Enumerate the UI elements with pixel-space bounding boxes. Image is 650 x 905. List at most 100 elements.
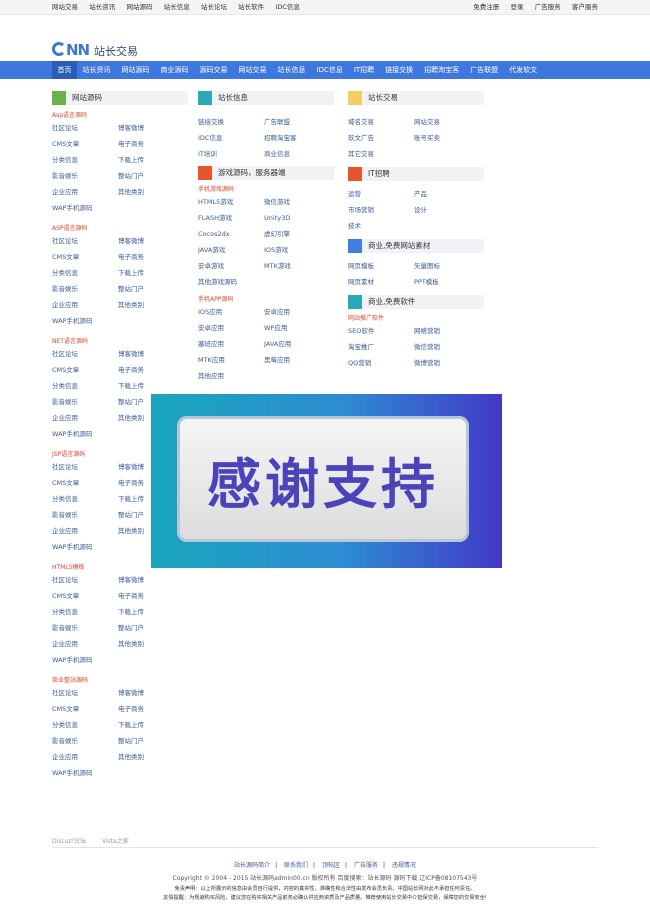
category-link[interactable]: 企业应用 [52,410,118,426]
category-link[interactable]: CMS文章 [52,249,118,265]
nav-item[interactable]: 广告联盟 [465,61,504,79]
category-link[interactable]: 社区论坛 [52,459,118,475]
category-link[interactable]: 电子商务 [118,362,184,378]
category-link[interactable]: 分类信息 [52,604,118,620]
nav-item[interactable]: 站长资讯 [77,61,116,79]
category-link[interactable]: JAVA游戏 [198,242,264,258]
subsection-title[interactable]: ASP语言源码 [52,225,188,233]
category-link[interactable]: IDC信息 [198,130,264,146]
category-link[interactable]: 黑莓应用 [264,352,330,368]
category-link[interactable]: 整站门户 [118,733,184,749]
category-link[interactable]: 分类信息 [52,152,118,168]
category-link[interactable]: 电子商务 [118,701,184,717]
subsection-title[interactable]: Asp语言源码 [52,112,188,120]
category-link[interactable]: 安卓应用 [198,320,264,336]
category-link[interactable]: WAP手机源码 [52,426,118,442]
category-link[interactable]: 社区论坛 [52,685,118,701]
category-link[interactable]: 链接交换 [198,114,264,130]
category-link[interactable]: CMS文章 [52,136,118,152]
category-link[interactable]: 其他类别 [118,184,184,200]
category-link[interactable]: 分类信息 [52,491,118,507]
category-link[interactable]: 分类信息 [52,378,118,394]
category-link[interactable]: 软文广告 [348,130,414,146]
thanks-support-banner[interactable]: 感谢支持 [151,394,502,568]
category-link[interactable]: 其他类别 [118,636,184,652]
nav-item[interactable]: 源码交易 [194,61,233,79]
category-link[interactable]: 社区论坛 [52,120,118,136]
category-link[interactable]: 影音娱乐 [52,733,118,749]
category-link[interactable]: 其它交易 [348,146,414,162]
category-link[interactable]: 矢量图标 [414,258,480,274]
category-link[interactable]: 下载上传 [118,717,184,733]
category-link[interactable]: WAP手机源码 [52,765,118,781]
category-link[interactable]: 技术 [348,218,414,234]
category-link[interactable]: 域名交易 [348,114,414,130]
category-link[interactable]: 网络营销 [414,323,480,339]
category-link[interactable]: 下载上传 [118,604,184,620]
category-link[interactable]: 博客微博 [118,346,184,362]
category-link[interactable]: 淘宝推广 [348,339,414,355]
category-link[interactable]: WAP手机源码 [52,313,118,329]
category-link[interactable]: 社区论坛 [52,572,118,588]
category-link[interactable]: Cocos2dx [198,226,264,242]
register-link[interactable]: 免费注册 [473,3,499,11]
friend-link[interactable]: Discuz!论坛 [52,838,86,845]
category-link[interactable]: 其他类别 [118,297,184,313]
category-link[interactable]: 企业应用 [52,184,118,200]
category-link[interactable]: 其他类别 [118,749,184,765]
category-link[interactable]: 运营 [348,186,414,202]
category-link[interactable]: HTML5游戏 [198,194,264,210]
login-link[interactable]: 登录 [511,3,524,11]
friend-link[interactable]: Vista之家 [102,838,129,845]
category-link[interactable]: QQ营销 [348,355,414,371]
category-link[interactable]: 网页素材 [348,274,414,290]
category-link[interactable]: WAP手机源码 [52,652,118,668]
top-link[interactable]: 站长软件 [238,3,264,11]
subsection-title[interactable]: 网站推广软件 [348,315,484,323]
subsection-title[interactable]: 商业整站源码 [52,677,188,685]
top-link[interactable]: 站长资讯 [89,3,115,11]
category-link[interactable]: 整站门户 [118,620,184,636]
nav-item[interactable]: IT招聘 [348,61,379,79]
category-link[interactable]: PPT模板 [414,274,480,290]
category-link[interactable]: 塞班应用 [198,336,264,352]
category-link[interactable]: WAP手机源码 [52,200,118,216]
nav-item[interactable]: IDC信息 [311,61,348,79]
category-link[interactable]: 博客微博 [118,233,184,249]
category-link[interactable]: 整站门户 [118,281,184,297]
nav-item[interactable]: 链接交换 [380,61,419,79]
category-link[interactable]: 安卓应用 [264,304,330,320]
subsection-title[interactable]: NET语言源码 [52,338,188,346]
top-link[interactable]: 站长论坛 [201,3,227,11]
category-link[interactable]: 安卓游戏 [198,258,264,274]
category-link[interactable]: IOS应用 [198,304,264,320]
ad-service-link[interactable]: 广告服务 [535,3,561,11]
nav-item[interactable]: 网站源码 [116,61,155,79]
nav-item[interactable]: 首页 [52,61,77,79]
category-link[interactable]: SEO软件 [348,323,414,339]
category-link[interactable]: 市场营销 [348,202,414,218]
footer-nav-link[interactable]: 违规情况 [392,862,416,869]
category-link[interactable]: 电子商务 [118,588,184,604]
category-link[interactable]: CMS文章 [52,475,118,491]
category-link[interactable]: 网页模板 [348,258,414,274]
category-link[interactable]: 微信游戏 [264,194,330,210]
category-link[interactable]: 招聘淘宝客 [264,130,330,146]
nav-item[interactable]: 招聘淘宝客 [419,61,465,79]
category-link[interactable]: 下载上传 [118,265,184,281]
category-link[interactable]: 企业应用 [52,749,118,765]
category-link[interactable]: 企业应用 [52,297,118,313]
subsection-title[interactable]: 手机游戏源码 [198,186,334,194]
category-link[interactable]: 博客微博 [118,685,184,701]
category-link[interactable]: 博客微博 [118,120,184,136]
category-link[interactable]: 分类信息 [52,265,118,281]
category-link[interactable]: 下载上传 [118,152,184,168]
top-link[interactable]: 网站交易 [52,3,78,11]
category-link[interactable]: CMS文章 [52,588,118,604]
category-link[interactable]: 企业应用 [52,636,118,652]
category-link[interactable]: CMS文章 [52,701,118,717]
category-link[interactable]: 电子商务 [118,249,184,265]
nav-item[interactable]: 商业源码 [155,61,194,79]
category-link[interactable]: 网站交易 [414,114,480,130]
category-link[interactable]: WP应用 [264,320,330,336]
